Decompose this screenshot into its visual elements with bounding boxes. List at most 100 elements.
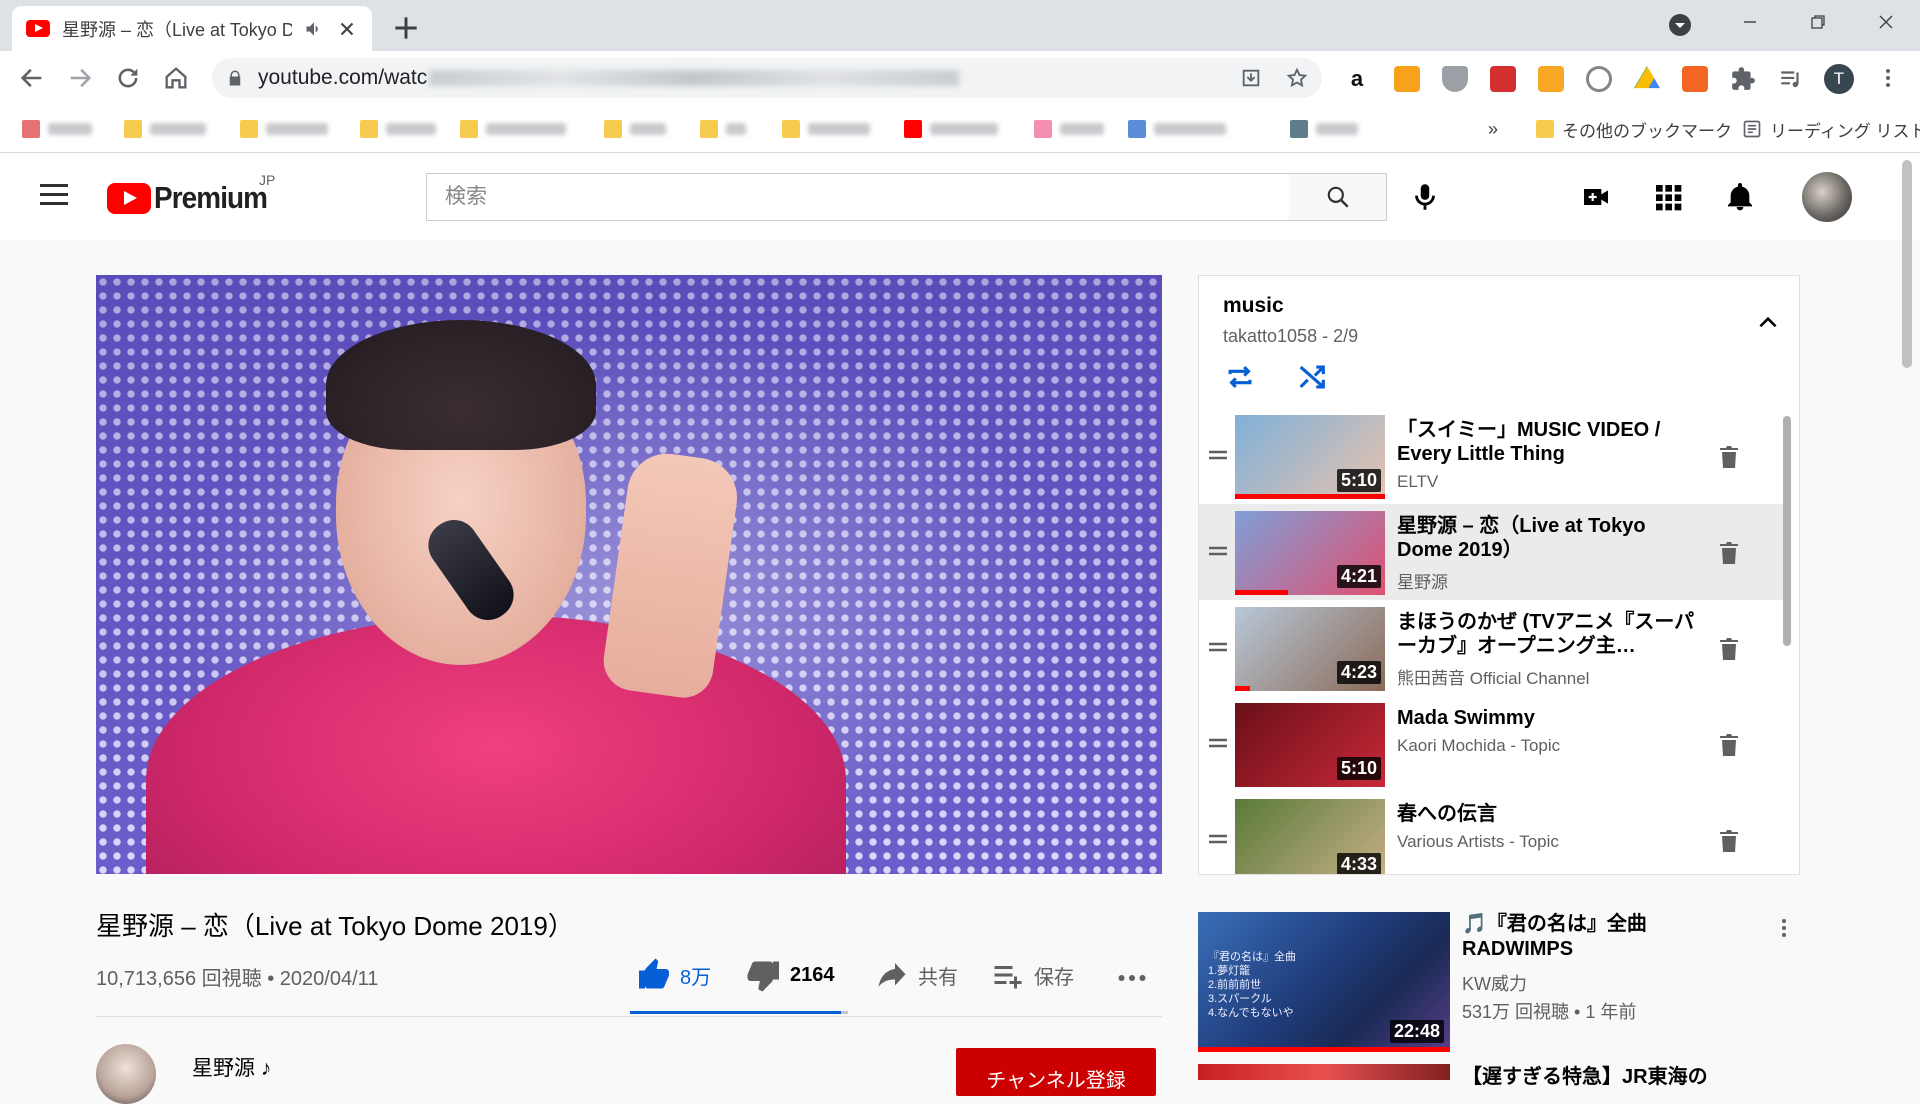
browser-profile-avatar[interactable]: T: [1824, 64, 1854, 94]
bookmarks-overflow-chevron-icon[interactable]: »: [1488, 117, 1498, 141]
guide-menu-icon[interactable]: [40, 184, 68, 206]
rss-plus-extension-icon[interactable]: [1538, 66, 1564, 92]
notifications-bell-icon[interactable]: [1724, 181, 1756, 213]
reload-icon[interactable]: [114, 64, 142, 92]
rss-extension-icon[interactable]: [1682, 66, 1708, 92]
bookmark-item[interactable]: [1034, 117, 1104, 141]
playlist-title[interactable]: music: [1223, 294, 1284, 318]
media-queue-icon[interactable]: [1778, 66, 1804, 92]
recommended-channel[interactable]: KW威力: [1462, 970, 1527, 996]
loop-playlist-icon[interactable]: [1223, 360, 1257, 394]
other-bookmarks-folder[interactable]: その他のブックマーク: [1536, 117, 1732, 141]
home-icon[interactable]: [162, 64, 190, 92]
more-actions-button[interactable]: [1114, 955, 1150, 995]
thumbnail-text-line: 2.前前前世: [1208, 979, 1262, 991]
extension-orange-icon[interactable]: [1394, 66, 1420, 92]
drag-handle-icon[interactable]: [1207, 640, 1229, 654]
bookmark-item[interactable]: [22, 117, 92, 141]
shuffle-icon[interactable]: [1295, 360, 1329, 394]
reading-list-button[interactable]: リーディング リスト: [1742, 117, 1920, 141]
drag-handle-icon[interactable]: [1207, 448, 1229, 462]
bookmark-folder[interactable]: [604, 117, 666, 141]
search-input[interactable]: [427, 174, 1289, 220]
install-app-icon[interactable]: [1240, 67, 1262, 89]
google-drive-icon[interactable]: [1634, 66, 1660, 89]
restore-button[interactable]: [1784, 0, 1852, 44]
delete-trash-icon[interactable]: [1717, 540, 1741, 566]
voice-search-mic-icon[interactable]: [1408, 180, 1442, 214]
amazon-extension-icon[interactable]: a: [1344, 66, 1370, 92]
logo-wordmark: Premium: [154, 180, 268, 215]
folder-icon: [360, 120, 378, 138]
bookmark-folder[interactable]: [460, 117, 566, 141]
recommended-video-title[interactable]: 🎵『君の名は』全曲 RADWIMPS: [1462, 912, 1762, 962]
youtube-premium-logo[interactable]: Premium JP: [107, 172, 280, 216]
drag-handle-icon[interactable]: [1207, 832, 1229, 846]
back-arrow-icon[interactable]: [18, 64, 46, 92]
pdf-extension-icon[interactable]: [1490, 66, 1516, 92]
dislike-button[interactable]: 2164: [746, 955, 835, 995]
bookmark-star-icon[interactable]: [1286, 67, 1308, 89]
playlist-item-thumbnail[interactable]: 4:21: [1235, 511, 1385, 595]
playlist-item[interactable]: 4:23 まほうのかぜ (TVアニメ『スーパーカブ』オープニング主… 熊田茜音 Of…: [1199, 600, 1787, 696]
new-tab-plus-icon[interactable]: [390, 12, 422, 44]
minimize-button[interactable]: [1716, 0, 1784, 44]
bookmark-folder[interactable]: [360, 117, 436, 141]
browser-tab[interactable]: 星野源 – 恋（Live at Tokyo D: [12, 6, 372, 51]
bookmark-item[interactable]: [904, 117, 998, 141]
drag-handle-icon[interactable]: [1207, 736, 1229, 750]
search-icon: [1327, 186, 1349, 208]
playlist-item-thumbnail[interactable]: 4:33: [1235, 799, 1385, 874]
more-vertical-icon[interactable]: [1772, 916, 1796, 940]
create-video-icon[interactable]: [1580, 181, 1612, 213]
playlist-item-thumbnail[interactable]: 5:10: [1235, 703, 1385, 787]
bookmark-folder[interactable]: [124, 117, 206, 141]
like-button[interactable]: 8万: [636, 955, 711, 995]
page-scrollbar[interactable]: [1902, 160, 1912, 368]
recommended-video[interactable]: 『君の名は』全曲 1.夢灯籠 2.前前前世 3.スパークル 4.なんでもないや 22:4…: [1198, 912, 1802, 1052]
playlist-item[interactable]: 5:10 Mada Swimmy Kaori Mochida - Topic: [1199, 696, 1787, 792]
playlist-item[interactable]: 4:21 星野源 – 恋（Live at Tokyo Dome 2019） 星野源: [1199, 504, 1787, 600]
extension-shield-icon[interactable]: [1442, 66, 1468, 92]
bookmark-item[interactable]: [1290, 117, 1358, 141]
forward-arrow-icon[interactable]: [66, 64, 94, 92]
bookmark-folder[interactable]: [700, 117, 746, 141]
delete-trash-icon[interactable]: [1717, 636, 1741, 662]
extensions-puzzle-icon[interactable]: [1730, 66, 1756, 92]
drag-handle-icon[interactable]: [1207, 544, 1229, 558]
channel-avatar[interactable]: [96, 1044, 156, 1104]
delete-trash-icon[interactable]: [1717, 444, 1741, 470]
chevron-up-icon[interactable]: [1755, 310, 1781, 336]
video-player[interactable]: [96, 275, 1162, 874]
apps-grid-icon[interactable]: [1652, 181, 1684, 213]
window-close-button[interactable]: [1852, 0, 1920, 44]
browser-menu-icon[interactable]: [1876, 66, 1900, 90]
lock-icon[interactable]: [226, 69, 244, 87]
delete-trash-icon[interactable]: [1717, 732, 1741, 758]
search-button[interactable]: [1289, 173, 1387, 221]
extension-chat-icon[interactable]: [1586, 66, 1612, 92]
playlist-scrollbar[interactable]: [1783, 416, 1791, 646]
playlist-item[interactable]: 5:10 「スイミー」MUSIC VIDEO / Every Little Thi…: [1199, 408, 1787, 504]
playlist-item[interactable]: 4:33 春への伝言 Various Artists - Topic: [1199, 792, 1787, 874]
next-recommended-thumbnail[interactable]: [1198, 1064, 1450, 1080]
recommended-video-thumbnail[interactable]: 『君の名は』全曲 1.夢灯籠 2.前前前世 3.スパークル 4.なんでもないや 22:4…: [1198, 912, 1450, 1052]
close-icon[interactable]: [336, 18, 358, 40]
folder-icon: [460, 120, 478, 138]
user-avatar[interactable]: [1802, 172, 1852, 222]
save-button[interactable]: 保存: [990, 955, 1074, 995]
subscribe-button[interactable]: チャンネル登録: [956, 1048, 1156, 1096]
channel-name[interactable]: 星野源 ♪: [192, 1052, 271, 1082]
delete-trash-icon[interactable]: [1717, 828, 1741, 854]
share-button[interactable]: 共有: [874, 955, 958, 995]
bookmark-folder[interactable]: [782, 117, 870, 141]
playlist-item-thumbnail[interactable]: 5:10: [1235, 415, 1385, 499]
speaker-icon[interactable]: [304, 19, 324, 39]
tab-search-icon[interactable]: [1668, 13, 1692, 37]
playlist-item-title: 「スイミー」MUSIC VIDEO / Every Little Thing: [1397, 419, 1661, 465]
bookmark-folder[interactable]: [240, 117, 328, 141]
playlist-item-thumbnail[interactable]: 4:23: [1235, 607, 1385, 691]
next-recommended-title[interactable]: 【遅すぎる特急】JR東海の: [1462, 1060, 1708, 1089]
address-bar[interactable]: youtube.com/watc: [212, 58, 1322, 98]
bookmark-item[interactable]: [1128, 117, 1226, 141]
